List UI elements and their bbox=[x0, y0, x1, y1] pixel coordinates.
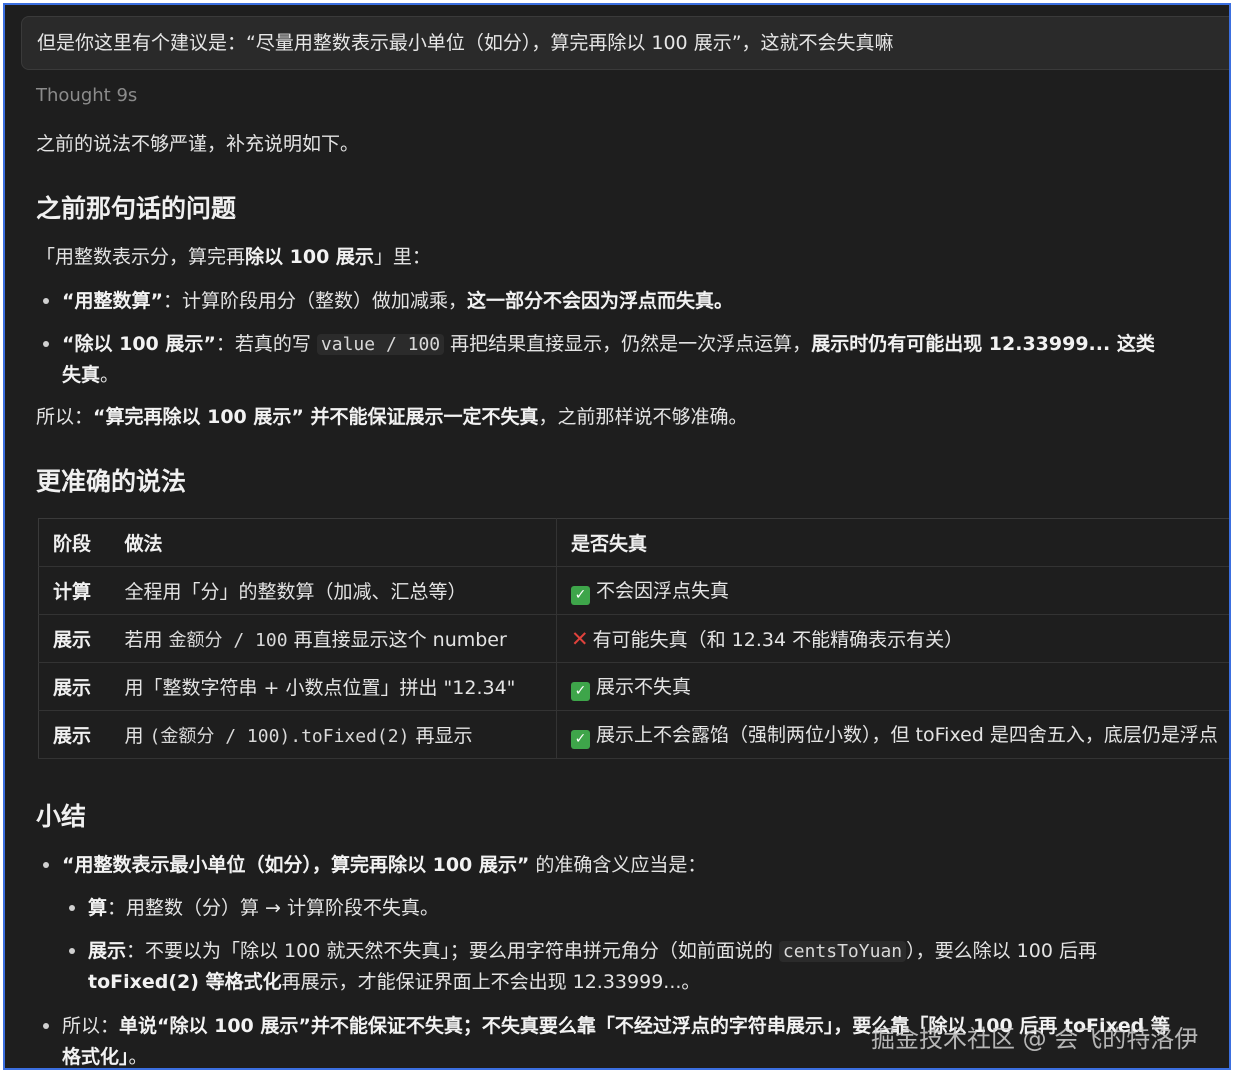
method-text: 若用 bbox=[124, 629, 169, 651]
result-text: 展示不失真 bbox=[596, 676, 692, 698]
section-heading-summary: 小结 bbox=[36, 802, 87, 831]
bullet-text: 。 bbox=[100, 364, 120, 386]
inline-code: 金额分 / 100 bbox=[168, 630, 288, 651]
bullet-bold: 展示 bbox=[88, 940, 127, 962]
section1-lead: 「用整数表示分，算完再除以 100 展示」里： bbox=[36, 242, 431, 269]
section-heading-accurate: 更准确的说法 bbox=[36, 467, 187, 496]
bullet-text: 再把结果直接显示，仍然是一次浮点运算， bbox=[444, 333, 812, 355]
bullet-bold: 失真 bbox=[62, 364, 101, 386]
inline-code: (金额分 / 100).toFixed(2) bbox=[149, 726, 410, 747]
inline-code: centsToYuan bbox=[778, 941, 907, 962]
bullet-text: 再展示，才能保证界面上不会出现 12.33999...。 bbox=[281, 971, 701, 993]
bullet-text: 所以： bbox=[62, 1015, 120, 1037]
bullet-bold: “用整数算” bbox=[62, 290, 163, 312]
cell-method: 用 (金额分 / 100).toFixed(2) 再显示 bbox=[110, 710, 557, 759]
list-item: 算：用整数（分）算 → 计算阶段不失真。 bbox=[62, 893, 1229, 920]
bullet-bold: “除以 100 展示” bbox=[62, 333, 216, 355]
table-row: 展示 用 (金额分 / 100).toFixed(2) 再显示 ✓ 展示上不会露馅… bbox=[38, 710, 1229, 759]
bullet-bold: 算 bbox=[88, 897, 108, 919]
section1-conclusion: 所以：“算完再除以 100 展示” 并不能保证展示一定不失真，之前那样说不够准确… bbox=[36, 402, 748, 429]
intro-text: 之前的说法不够严谨，补充说明如下。 bbox=[36, 133, 360, 155]
cell-stage: 展示 bbox=[38, 614, 111, 663]
method-text: 用 bbox=[124, 725, 150, 747]
cell-result: ✓ 不会因浮点失真 bbox=[556, 566, 1229, 615]
bullet-bold: 展示时仍有可能出现 12.33999... 这类 bbox=[811, 333, 1155, 355]
bullet-bold: toFixed(2) 等格式化 bbox=[88, 971, 282, 993]
cell-stage: 计算 bbox=[38, 566, 111, 615]
bullet-bold: “用整数表示最小单位（如分），算完再除以 100 展示” bbox=[62, 854, 530, 876]
cell-stage: 展示 bbox=[38, 662, 111, 711]
check-mark-icon: ✓ bbox=[571, 682, 590, 701]
result-text: 展示上不会露馅（强制两位小数），但 toFixed 是四舍五入，底层仍是浮点 bbox=[596, 724, 1218, 746]
column-header-distortion: 是否失真 bbox=[556, 518, 1229, 567]
method-text: 再显示 bbox=[409, 725, 473, 747]
thought-toggle[interactable]: Thought 9s bbox=[36, 85, 137, 106]
table-row: 展示 用「整数字符串 + 小数点位置」拼出 "12.34" ✓ 展示不失真 bbox=[38, 662, 1229, 711]
list-item: “用整数表示最小单位（如分），算完再除以 100 展示” 的准确含义应当是： bbox=[36, 850, 1229, 877]
column-header-stage: 阶段 bbox=[38, 518, 111, 567]
table-row: 展示 若用 金额分 / 100 再直接显示这个 number ✕ 有可能失真（和 … bbox=[38, 614, 1229, 663]
conclusion-bold: “算完再除以 100 展示” 并不能保证展示一定不失真 bbox=[93, 406, 539, 428]
cell-method: 全程用「分」的整数算（加减、汇总等） bbox=[110, 566, 557, 615]
list-item: “除以 100 展示”：若真的写 value / 100 再把结果直接显示，仍然… bbox=[36, 329, 1226, 391]
cell-result: ✕ 有可能失真（和 12.34 不能精确表示有关） bbox=[556, 614, 1229, 663]
cell-result: ✓ 展示不失真 bbox=[556, 662, 1229, 711]
result-text: 有可能失真（和 12.34 不能精确表示有关） bbox=[592, 629, 964, 651]
list-item: 展示：不要以为「除以 100 就天然不失真」；要么用字符串拼元角分（如前面说的 … bbox=[62, 936, 1229, 998]
user-message: 但是你这里有个建议是：“尽量用整数表示最小单位（如分），算完再除以 100 展示… bbox=[21, 16, 1229, 70]
bullet-text: ：不要以为「除以 100 就天然不失真」；要么用字符串拼元角分（如前面说的 bbox=[126, 940, 779, 962]
bullet-text: ：用整数（分）算 → 计算阶段不失真。 bbox=[107, 897, 440, 919]
section1-bullets: “用整数算”：计算阶段用分（整数）做加减乘，这一部分不会因为浮点而失真。 “除以… bbox=[36, 286, 1226, 391]
cross-mark-icon: ✕ bbox=[571, 627, 589, 651]
watermark: 掘金技术社区 @ 会飞的特洛伊 bbox=[871, 1025, 1199, 1053]
table-header-row: 阶段 做法 是否失真 bbox=[38, 518, 1229, 567]
chat-window: 但是你这里有个建议是：“尽量用整数表示最小单位（如分），算完再除以 100 展示… bbox=[3, 3, 1231, 1070]
bullet-text: 。 bbox=[128, 1046, 148, 1068]
method-text: 再直接显示这个 number bbox=[287, 629, 507, 651]
bullet-text: ：计算阶段用分（整数）做加减乘， bbox=[162, 290, 467, 312]
column-header-method: 做法 bbox=[110, 518, 557, 567]
bullet-text: 的准确含义应当是： bbox=[529, 854, 707, 876]
bullet-text: ：若真的写 bbox=[215, 333, 317, 355]
sub-list: 算：用整数（分）算 → 计算阶段不失真。 展示：不要以为「除以 100 就天然不… bbox=[36, 893, 1229, 998]
lead-text: 」里： bbox=[373, 246, 431, 268]
check-mark-icon: ✓ bbox=[571, 730, 590, 749]
result-text: 不会因浮点失真 bbox=[596, 580, 730, 602]
cell-method: 若用 金额分 / 100 再直接显示这个 number bbox=[110, 614, 557, 663]
section-heading-problem: 之前那句话的问题 bbox=[36, 194, 237, 223]
cell-result: ✓ 展示上不会露馅（强制两位小数），但 toFixed 是四舍五入，底层仍是浮点 bbox=[556, 710, 1229, 759]
conclusion-text: ，之前那样说不够准确。 bbox=[538, 406, 748, 428]
comparison-table: 阶段 做法 是否失真 计算 全程用「分」的整数算（加减、汇总等） ✓ 不会因浮点失… bbox=[38, 518, 1229, 759]
bullet-bold: 这一部分不会因为浮点而失真。 bbox=[467, 290, 734, 312]
cell-method: 用「整数字符串 + 小数点位置」拼出 "12.34" bbox=[110, 662, 557, 711]
cell-stage: 展示 bbox=[38, 710, 111, 759]
bullet-text: ），要么除以 100 后再 bbox=[906, 940, 1097, 962]
lead-text: 「用整数表示分，算完再 bbox=[36, 246, 246, 268]
conclusion-text: 所以： bbox=[36, 406, 94, 428]
inline-code: value / 100 bbox=[316, 334, 445, 355]
lead-bold: 除以 100 展示 bbox=[245, 246, 374, 268]
check-mark-icon: ✓ bbox=[571, 586, 590, 605]
table-row: 计算 全程用「分」的整数算（加减、汇总等） ✓ 不会因浮点失真 bbox=[38, 566, 1229, 615]
bullet-bold: 格式化」 bbox=[62, 1046, 129, 1068]
list-item: “用整数算”：计算阶段用分（整数）做加减乘，这一部分不会因为浮点而失真。 bbox=[36, 286, 1226, 313]
